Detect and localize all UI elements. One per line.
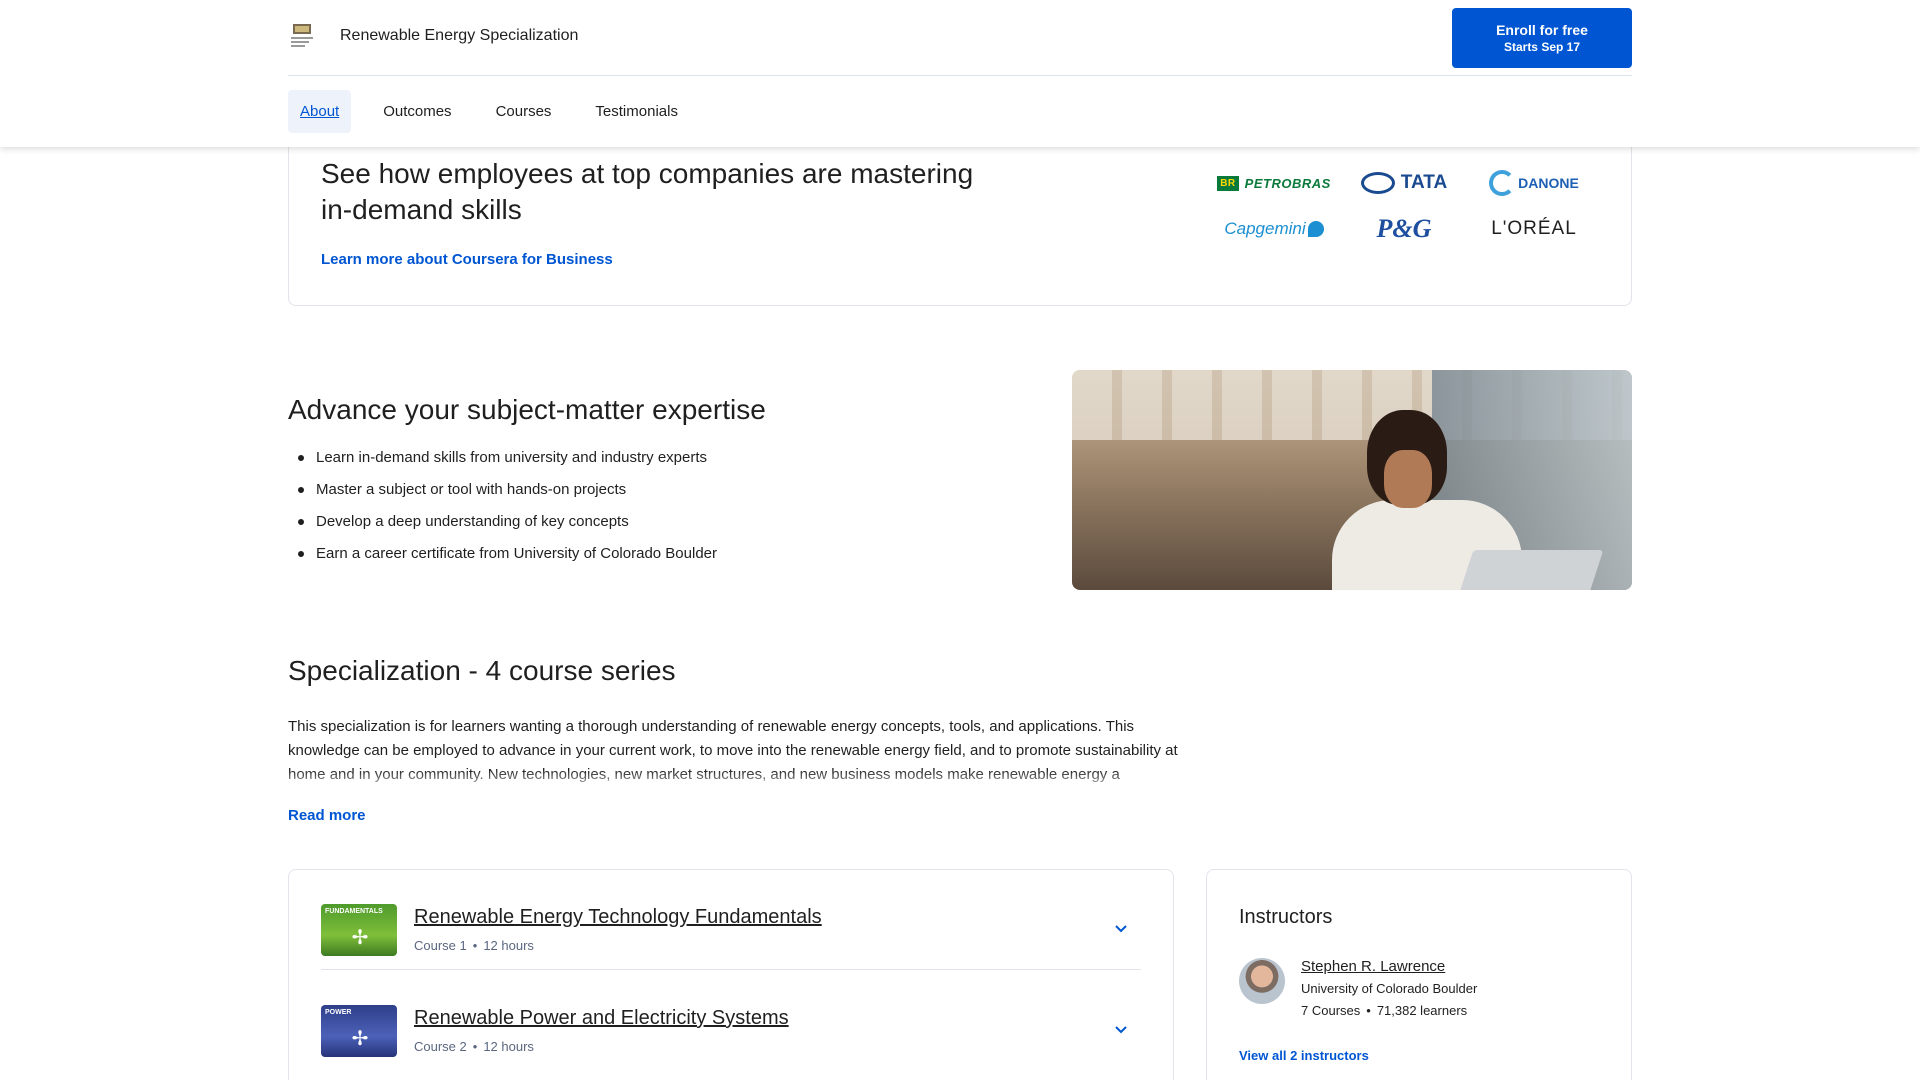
- course-meta: Course 1 • 12 hours: [414, 938, 534, 953]
- course-number: Course 1: [414, 938, 467, 953]
- advance-heading: Advance your subject-matter expertise: [288, 394, 766, 425]
- view-all-instructors-link[interactable]: View all 2 instructors: [1239, 1048, 1369, 1063]
- loreal-logo-text: L'ORÉAL: [1491, 218, 1577, 239]
- course-thumbnail: FUNDAMENTALS ✢: [321, 904, 397, 956]
- tab-about[interactable]: About: [288, 90, 352, 133]
- danone-logo: DANONE: [1474, 166, 1594, 200]
- advance-bullet-list: Learn in-demand skills from university a…: [297, 447, 717, 575]
- separator-dot: •: [1366, 1003, 1371, 1018]
- course-title-link[interactable]: Renewable Energy Technology Fundamentals: [414, 906, 822, 929]
- chevron-down-icon[interactable]: [1113, 920, 1129, 936]
- course-thumbnail: POWER ✢: [321, 1005, 397, 1057]
- course-hours: 12 hours: [483, 1039, 534, 1054]
- danone-swirl-icon: [1489, 170, 1516, 196]
- description-fade: [288, 770, 1178, 794]
- avatar: [1239, 958, 1285, 1004]
- instructor-stats: 7 Courses • 71,382 learners: [1301, 1003, 1467, 1018]
- petrobras-br-mark: BR: [1217, 175, 1239, 191]
- list-item: Earn a career certificate from Universit…: [297, 543, 717, 565]
- section-nav: About Outcomes Courses Testimonials: [288, 90, 690, 133]
- tata-logo: TATA: [1344, 166, 1464, 200]
- learner-photo: [1072, 370, 1632, 590]
- university-logo-icon[interactable]: [289, 22, 315, 52]
- photo-person-face: [1384, 450, 1432, 508]
- tab-testimonials[interactable]: Testimonials: [583, 90, 690, 133]
- tab-outcomes[interactable]: Outcomes: [371, 90, 463, 133]
- pg-logo: P&G: [1344, 212, 1464, 246]
- tab-courses[interactable]: Courses: [484, 90, 564, 133]
- photo-laptop: [1450, 550, 1604, 590]
- course-title-link[interactable]: Renewable Power and Electricity Systems: [414, 1007, 789, 1030]
- instructor-course-count: 7 Courses: [1301, 1003, 1361, 1018]
- thumbnail-label: FUNDAMENTALS: [325, 908, 383, 915]
- course-hours: 12 hours: [483, 938, 534, 953]
- instructor-university: University of Colorado Boulder: [1301, 981, 1478, 996]
- sticky-header: Renewable Energy Specialization Enroll f…: [0, 0, 1920, 147]
- danone-logo-text: DANONE: [1518, 175, 1579, 191]
- separator-dot: •: [472, 938, 478, 953]
- company-logos: BR PETROBRAS TATA DANONE Capgemini P&G L'…: [1214, 166, 1584, 246]
- list-item: Master a subject or tool with hands-on p…: [297, 479, 717, 501]
- list-item: Develop a deep understanding of key conc…: [297, 511, 717, 533]
- enroll-button-label: Enroll for free: [1496, 22, 1588, 38]
- capgemini-logo-text: Capgemini: [1224, 219, 1306, 238]
- course-list-card: FUNDAMENTALS ✢ Renewable Energy Technolo…: [288, 869, 1174, 1080]
- thumbnail-label: POWER: [325, 1009, 352, 1016]
- course-number: Course 2: [414, 1039, 467, 1054]
- photo-person: [1322, 410, 1604, 590]
- course-meta: Course 2 • 12 hours: [414, 1039, 534, 1054]
- instructors-heading: Instructors: [1239, 906, 1333, 928]
- separator-dot: •: [472, 1039, 478, 1054]
- list-item: Learn in-demand skills from university a…: [297, 447, 717, 469]
- instructor-name-link[interactable]: Stephen R. Lawrence: [1301, 958, 1445, 975]
- capgemini-spade-icon: [1307, 221, 1324, 237]
- read-more-link[interactable]: Read more: [288, 807, 366, 824]
- header-title: Renewable Energy Specialization: [340, 27, 579, 44]
- tata-emblem-icon: [1360, 172, 1395, 194]
- wind-turbine-icon: ✢: [351, 927, 369, 949]
- enroll-button[interactable]: Enroll for free Starts Sep 17: [1452, 8, 1632, 68]
- chevron-down-icon[interactable]: [1113, 1021, 1129, 1037]
- capgemini-logo: Capgemini: [1214, 212, 1334, 246]
- wind-turbine-icon: ✢: [351, 1028, 369, 1050]
- petrobras-logo: BR PETROBRAS: [1214, 166, 1334, 200]
- header-top-bar: Renewable Energy Specialization Enroll f…: [288, 0, 1632, 76]
- course-row[interactable]: FUNDAMENTALS ✢ Renewable Energy Technolo…: [321, 870, 1141, 970]
- petrobras-logo-text: PETROBRAS: [1244, 175, 1331, 191]
- enroll-start-date: Starts Sep 17: [1503, 40, 1581, 54]
- instructors-card: Instructors Stephen R. Lawrence Universi…: [1206, 869, 1632, 1080]
- coursera-business-link[interactable]: Learn more about Coursera for Business: [321, 251, 613, 268]
- specialization-heading: Specialization - 4 course series: [288, 655, 676, 686]
- business-heading: See how employees at top companies are m…: [321, 158, 974, 225]
- pg-logo-text: P&G: [1376, 214, 1432, 243]
- instructor-learner-count: 71,382 learners: [1376, 1003, 1468, 1018]
- tata-logo-text: TATA: [1400, 172, 1448, 193]
- loreal-logo: L'ORÉAL: [1474, 212, 1594, 246]
- course-row[interactable]: POWER ✢ Renewable Power and Electricity …: [321, 971, 1141, 1071]
